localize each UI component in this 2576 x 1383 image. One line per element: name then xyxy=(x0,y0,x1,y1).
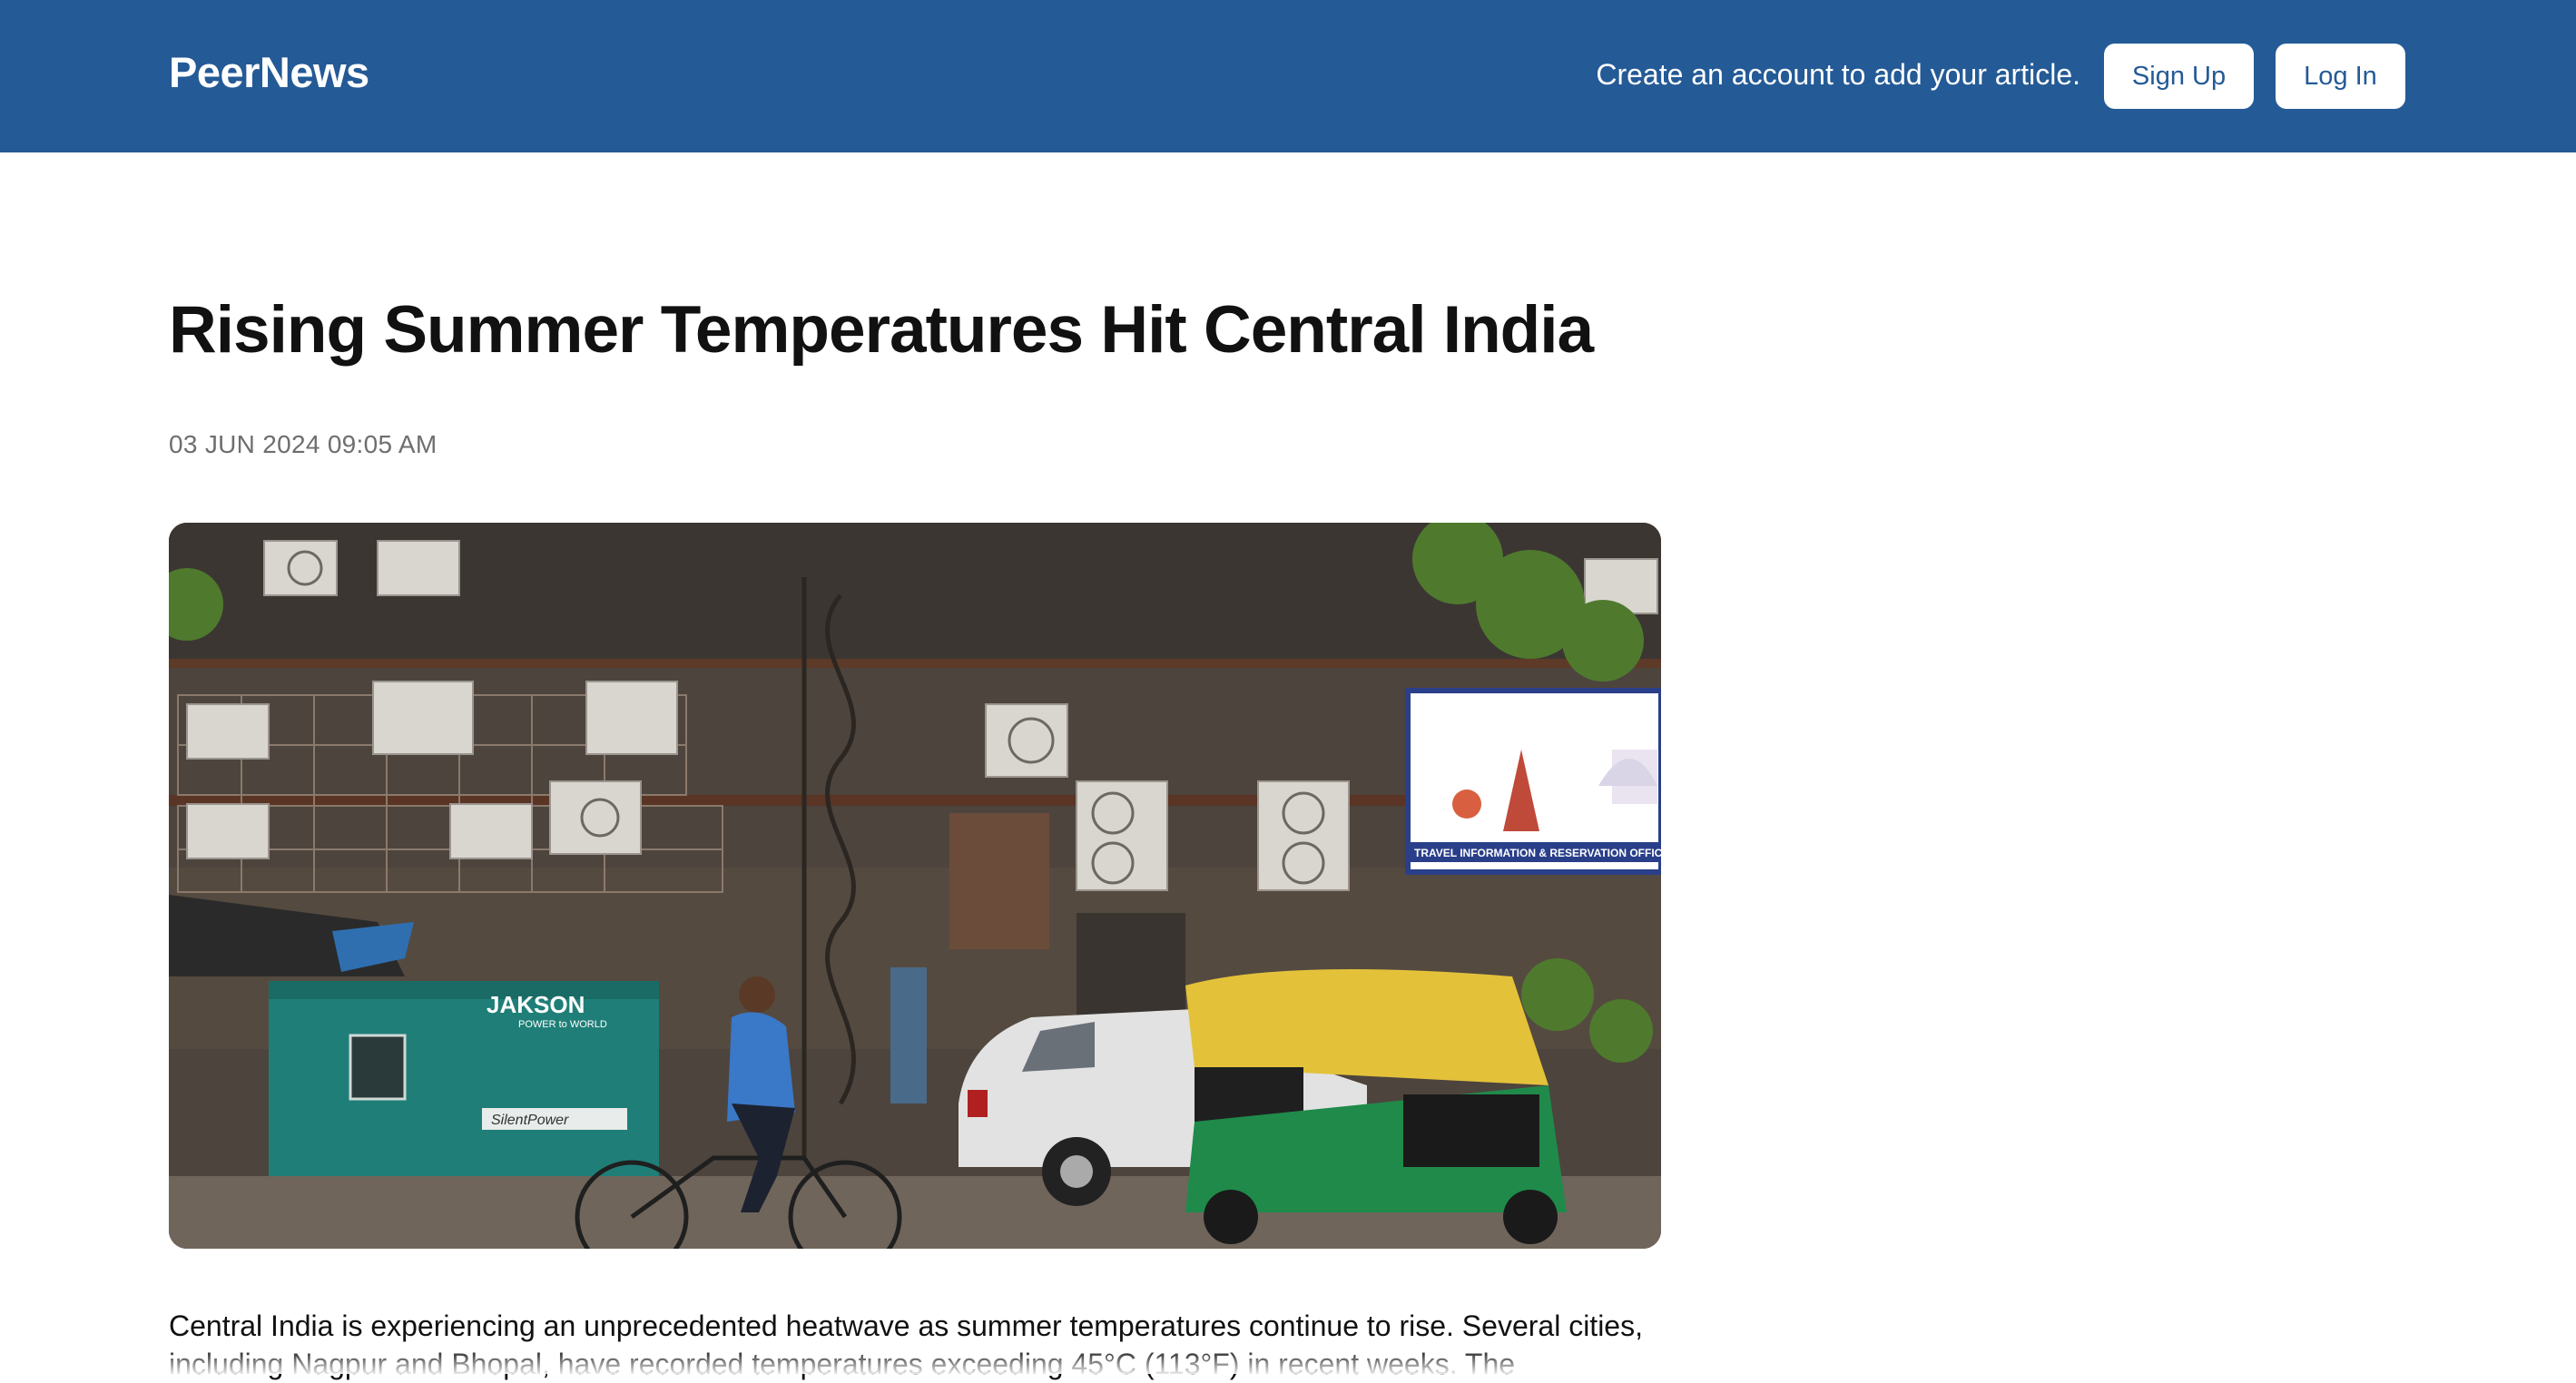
billboard-caption: TRAVEL INFORMATION & RESERVATION OFFICE,… xyxy=(1414,847,1661,859)
article-date: 03 JUN 2024 09:05 AM xyxy=(169,430,438,458)
generator-brand-label: JAKSON xyxy=(487,991,585,1018)
generator-model-label: SilentPower xyxy=(491,1113,569,1128)
top-navigation-bar: PeerNews Create an account to add your a… xyxy=(0,0,2576,152)
sign-up-button[interactable]: Sign Up xyxy=(2104,44,2254,109)
generator-tagline: POWER to WORLD xyxy=(518,1019,607,1030)
bottom-fade xyxy=(0,1349,2576,1374)
account-promo-text: Create an account to add your article. xyxy=(1596,58,2080,91)
article-hero-image: TRAVEL INFORMATION & RESERVATION OFFICE,… xyxy=(169,523,1661,1249)
site-logo[interactable]: PeerNews xyxy=(169,47,369,97)
article-title: Rising Summer Temperatures Hit Central I… xyxy=(169,293,1594,367)
log-in-button[interactable]: Log In xyxy=(2276,44,2405,109)
